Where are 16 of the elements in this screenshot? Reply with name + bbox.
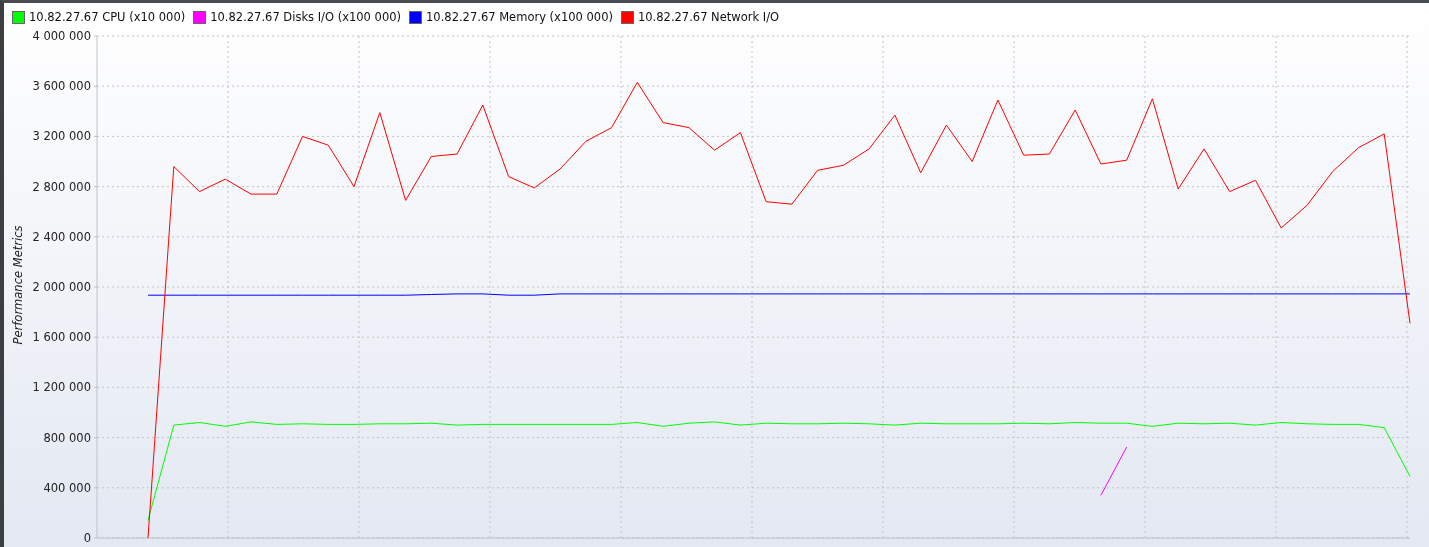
axis-tick-label: 0: [83, 531, 91, 545]
axis-tick-label: 2 400 000: [32, 229, 91, 244]
axis-tick-label: 2 800 000: [32, 179, 91, 194]
legend-label: 10.82.27.67 Memory (x100 000): [426, 10, 613, 24]
axis-tick-label: 4 000 000: [32, 31, 91, 43]
legend-label: 10.82.27.67 Disks I/O (x100 000): [210, 10, 402, 24]
axis-tick-label: 1 600 000: [32, 330, 91, 345]
legend-label: 10.82.27.67 CPU (x10 000): [29, 10, 186, 24]
legend-label: 10.82.27.67 Network I/O: [637, 10, 780, 24]
axis-tick-label: 3 200 000: [32, 129, 91, 144]
axis-tick-label: 800 000: [43, 430, 91, 445]
axis-title: Performance Metrics: [11, 225, 25, 345]
axis-tick-label: 3 600 000: [32, 79, 91, 94]
axis-tick-label: 2 000 000: [32, 280, 91, 294]
axis-tick-label: 1 200 000: [32, 380, 91, 395]
axis-tick-label: 400 000: [43, 480, 91, 495]
